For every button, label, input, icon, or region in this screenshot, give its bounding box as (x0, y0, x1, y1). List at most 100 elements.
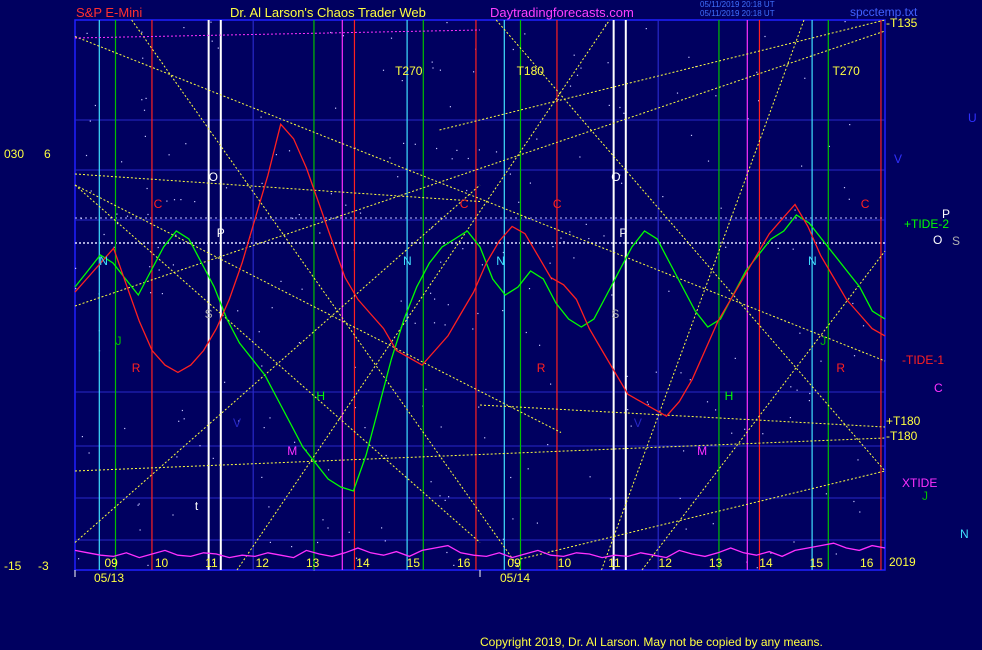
star-dot (294, 441, 296, 443)
star-dot (280, 280, 282, 282)
star-dot (268, 506, 270, 508)
event-letter: C (861, 197, 870, 211)
date-label-2: 05/14 (500, 571, 531, 585)
star-dot (126, 215, 129, 217)
star-dot (560, 237, 562, 239)
star-dot (183, 27, 185, 29)
star-dot (550, 383, 552, 385)
star-dot (178, 420, 180, 422)
star-dot (762, 433, 764, 435)
star-dot (611, 294, 613, 296)
marker-label: T270 (395, 64, 423, 78)
marker-label: T180 (517, 64, 545, 78)
star-dot (580, 67, 582, 69)
star-dot (260, 116, 262, 118)
star-dot (389, 157, 391, 159)
star-dot (139, 529, 141, 531)
event-letter: N (99, 254, 108, 268)
event-letter: S (611, 307, 619, 321)
star-dot (80, 217, 82, 220)
star-dot (712, 523, 714, 525)
star-dot (715, 409, 717, 411)
star-dot (141, 99, 143, 101)
event-letter: H (725, 389, 734, 403)
axis-label-bot-b: -3 (38, 559, 49, 573)
event-letter: S (205, 307, 213, 321)
star-dot (844, 21, 846, 23)
star-dot (792, 248, 794, 250)
star-dot (271, 307, 273, 309)
event-letter: V (233, 416, 241, 430)
star-dot (552, 246, 554, 248)
star-dot (756, 567, 758, 569)
star-dot (623, 112, 625, 114)
star-dot (440, 426, 442, 428)
x-tick-label: 13 (306, 556, 320, 570)
star-dot (512, 518, 514, 520)
star-dot (685, 528, 687, 530)
x-tick-label: 16 (860, 556, 874, 570)
star-dot (322, 519, 324, 521)
label-t180-plus: +T180 (886, 414, 921, 428)
event-letter: N (808, 254, 817, 268)
star-dot (185, 143, 187, 145)
star-dot (793, 541, 795, 543)
star-dot (456, 149, 458, 151)
star-dot (630, 425, 632, 427)
fan-line-13 (439, 19, 886, 131)
star-dot (536, 522, 538, 524)
star-dot (451, 158, 453, 160)
star-dot (467, 157, 469, 160)
star-dot (808, 400, 810, 402)
star-dot (382, 69, 385, 71)
chart-canvas: T270 T180 T270NJRCOPSVMHNCtNRCOPSVMHNJRC09… (74, 19, 886, 577)
star-dot (414, 143, 416, 145)
star-dot (436, 147, 438, 150)
star-dot (603, 235, 605, 237)
star-dot (173, 199, 176, 201)
star-dot (390, 37, 393, 39)
star-dot (734, 357, 736, 359)
site-link[interactable]: Daytradingforecasts.com (490, 6, 634, 19)
star-dot (680, 372, 682, 374)
star-dot (166, 200, 168, 202)
star-dot (86, 32, 88, 34)
star-dot (261, 365, 263, 367)
star-dot (431, 61, 433, 63)
star-dot (330, 193, 332, 195)
star-dot (536, 138, 538, 140)
star-dot (731, 432, 733, 434)
star-dot (168, 154, 170, 156)
event-letter: H (316, 389, 325, 403)
event-letter: R (836, 361, 845, 375)
star-dot (478, 149, 480, 151)
star-dot (662, 196, 664, 198)
star-dot (90, 190, 92, 192)
star-dot (116, 213, 118, 215)
star-dot (448, 496, 450, 498)
marker-label: T270 (833, 64, 861, 78)
star-dot (720, 207, 722, 209)
star-dot (547, 444, 549, 446)
star-dot (528, 288, 531, 290)
star-dot (472, 328, 474, 330)
event-letter: N (496, 254, 505, 268)
star-dot (446, 22, 448, 24)
label-u: U (968, 111, 977, 125)
star-dot (512, 48, 514, 51)
star-dot (862, 325, 865, 327)
star-dot (342, 35, 344, 37)
date-label-1: 05/13 (94, 571, 125, 585)
label-n: N (960, 527, 969, 541)
star-dot (688, 56, 690, 58)
star-dot (510, 476, 512, 479)
star-dot (853, 500, 855, 503)
star-dot (439, 495, 441, 497)
fan-line-11 (520, 470, 886, 560)
star-dot (385, 454, 387, 457)
event-letter: t (195, 499, 199, 513)
star-dot (147, 213, 149, 216)
star-dot (263, 427, 265, 429)
star-dot (81, 436, 83, 438)
star-dot (655, 371, 657, 373)
